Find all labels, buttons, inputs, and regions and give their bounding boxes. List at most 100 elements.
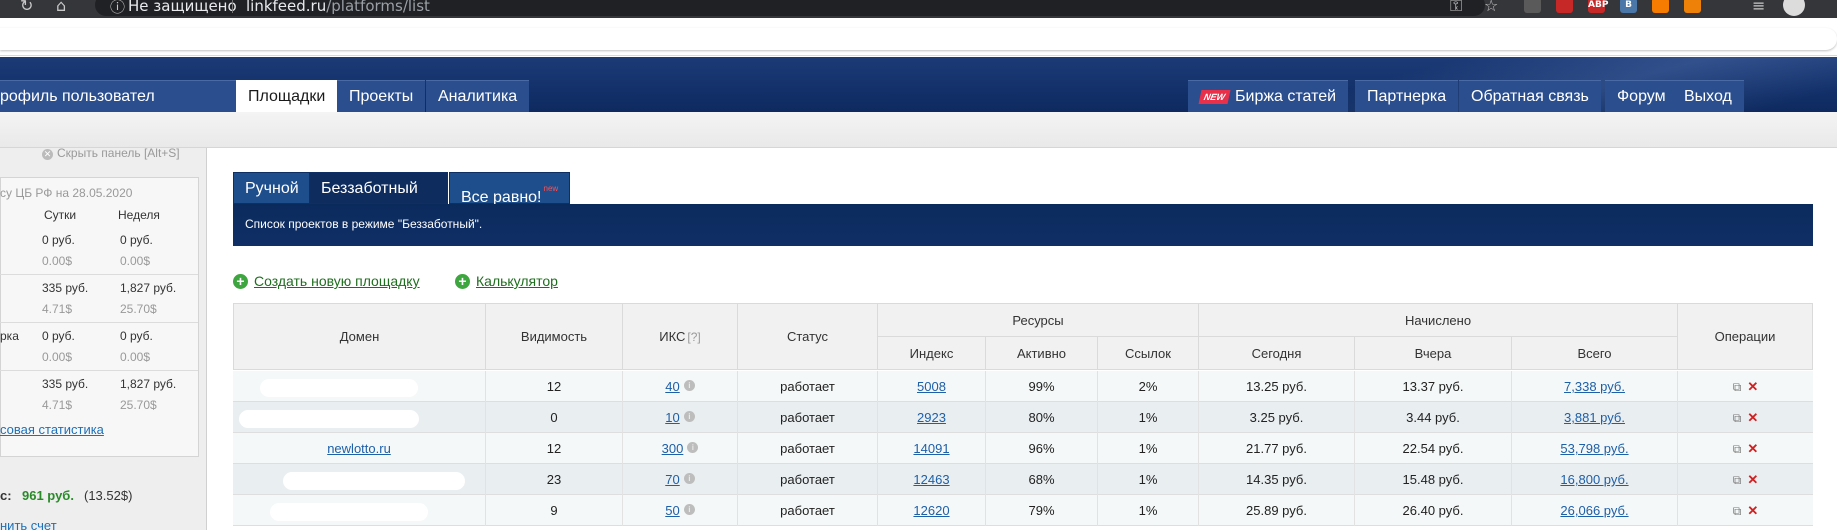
key-icon[interactable]: ⚿ <box>1450 0 1462 16</box>
sidebar-day-usd: 0.00$ <box>42 350 73 364</box>
index-link[interactable]: 12463 <box>913 472 949 487</box>
security-status[interactable]: Не защищено <box>128 0 237 15</box>
info-icon[interactable]: i <box>683 411 695 422</box>
domain-link[interactable]: newlotto.ru <box>327 441 391 456</box>
total-link[interactable]: 16,800 руб. <box>1560 472 1628 487</box>
nav-logout[interactable]: Выход <box>1672 80 1744 112</box>
rate-caption: су ЦБ РФ на 28.05.2020 <box>0 186 133 200</box>
cell-yesterday: 22.54 руб. <box>1355 433 1512 464</box>
total-link[interactable]: 26,066 руб. <box>1560 503 1628 518</box>
link-icon[interactable]: ⧉ <box>1733 465 1742 496</box>
cell-domain: newlotto.ru <box>233 433 486 464</box>
new-badge: NEW <box>1198 89 1231 104</box>
sidebar-week-value: 1,827 руб. <box>120 377 177 391</box>
sidebar-week-usd: 25.70$ <box>120 398 157 412</box>
info-icon[interactable]: i <box>683 504 695 515</box>
info-icon[interactable]: i <box>683 380 695 391</box>
cell-links: 1% <box>1098 433 1199 464</box>
cell-ops: ⧉ ✕ <box>1678 371 1813 402</box>
sidebar-week-value: 1,827 руб. <box>120 281 177 295</box>
th-status: Статус <box>738 303 878 370</box>
tab-manual[interactable]: Ручной <box>233 172 311 204</box>
balance-usd: (13.52$) <box>84 488 133 503</box>
link-icon[interactable]: ⧉ <box>1733 372 1742 403</box>
nav-feedback[interactable]: Обратная связь <box>1459 80 1601 112</box>
iks-link[interactable]: 50 <box>665 503 679 518</box>
delete-icon[interactable]: ✕ <box>1747 402 1758 433</box>
delete-icon[interactable]: ✕ <box>1747 495 1758 526</box>
total-link[interactable]: 7,338 руб. <box>1564 379 1625 394</box>
th-total: Всего <box>1512 337 1678 370</box>
iks-link[interactable]: 10 <box>665 410 679 425</box>
tab-any[interactable]: Все равно!new <box>449 172 571 206</box>
cell-domain <box>233 464 486 495</box>
index-link[interactable]: 2923 <box>917 410 946 425</box>
nav-profile[interactable]: рофиль пользовател <box>0 80 236 138</box>
close-circle-icon: ✕ <box>42 149 53 160</box>
reload-icon[interactable]: ↻ <box>20 0 33 15</box>
tab-carefree[interactable]: Беззаботный <box>309 172 448 204</box>
nav-platforms[interactable]: Площадки <box>236 80 338 112</box>
cell-iks: 300 i <box>623 433 738 464</box>
table-row: 9 50 i работает 12620 79% 1% 25.89 руб. 26.40 ру… <box>233 495 1813 526</box>
home-icon[interactable]: ⌂ <box>56 0 66 15</box>
url-host: linkfeed.ru <box>246 0 327 15</box>
hide-panel-toggle[interactable]: ✕ Скрыть панель [Alt+S] <box>42 146 180 160</box>
nav-projects[interactable]: Проекты <box>337 80 426 112</box>
nav-profile-label: рофиль пользовател <box>0 88 155 105</box>
profile-avatar[interactable] <box>1783 0 1805 16</box>
cell-domain <box>233 495 486 526</box>
ext-a[interactable] <box>1524 0 1541 13</box>
url-divider <box>232 0 233 13</box>
stats-link[interactable]: совая статистика <box>0 422 104 437</box>
info-icon[interactable]: ⓘ <box>110 0 125 17</box>
cell-yesterday: 26.40 руб. <box>1355 495 1512 526</box>
calculator-link[interactable]: Калькулятор <box>476 273 558 289</box>
playlist-icon[interactable]: ≡ <box>1752 0 1765 15</box>
cell-links: 1% <box>1098 402 1199 433</box>
cell-total: 26,066 руб. <box>1512 495 1678 526</box>
link-icon[interactable]: ⧉ <box>1733 434 1742 465</box>
calculator-plus-icon[interactable]: + <box>455 274 470 289</box>
info-icon[interactable]: i <box>683 473 695 484</box>
url-text[interactable]: linkfeed.ru/platforms/list <box>246 0 430 15</box>
nav-analytics[interactable]: Аналитика <box>426 80 530 112</box>
th-active: Активно <box>986 337 1098 370</box>
ok-icon[interactable] <box>1684 0 1701 13</box>
cell-visibility: 0 <box>486 402 623 433</box>
iks-link[interactable]: 40 <box>665 379 679 394</box>
iks-help-link[interactable]: [?] <box>687 330 700 344</box>
nav-articles[interactable]: NEW Биржа статей <box>1188 80 1349 112</box>
total-link[interactable]: 53,798 руб. <box>1560 441 1628 456</box>
rss-icon[interactable] <box>1652 0 1669 13</box>
delete-icon[interactable]: ✕ <box>1747 464 1758 495</box>
info-icon[interactable]: i <box>687 442 699 453</box>
ext-b[interactable] <box>1556 0 1573 13</box>
iks-link[interactable]: 70 <box>665 472 679 487</box>
index-link[interactable]: 5008 <box>917 379 946 394</box>
vk-icon[interactable]: В <box>1620 0 1637 13</box>
total-link[interactable]: 3,881 руб. <box>1564 410 1625 425</box>
delete-icon[interactable]: ✕ <box>1747 433 1758 464</box>
nav-forum[interactable]: Форум <box>1605 80 1678 112</box>
index-link[interactable]: 14091 <box>913 441 949 456</box>
index-link[interactable]: 12620 <box>913 503 949 518</box>
top-up-link[interactable]: нить счет <box>0 518 57 530</box>
cell-links: 2% <box>1098 371 1199 402</box>
cell-status: работает <box>738 495 878 526</box>
delete-icon[interactable]: ✕ <box>1747 371 1758 402</box>
th-operations: Операции <box>1678 303 1813 370</box>
cell-domain <box>233 371 486 402</box>
link-icon[interactable]: ⧉ <box>1733 496 1742 527</box>
cell-iks: 70 i <box>623 464 738 495</box>
sidebar-day-value: 335 руб. <box>42 377 89 391</box>
adblock-icon[interactable]: ABP <box>1588 0 1608 13</box>
nav-partner[interactable]: Партнерка <box>1355 80 1459 112</box>
link-icon[interactable]: ⧉ <box>1733 403 1742 434</box>
add-icon[interactable]: + <box>233 274 248 289</box>
cell-active: 96% <box>986 433 1098 464</box>
create-platform-link[interactable]: Создать новую площадку <box>254 273 420 289</box>
cell-visibility: 12 <box>486 433 623 464</box>
star-icon[interactable]: ☆ <box>1484 0 1498 15</box>
iks-link[interactable]: 300 <box>662 441 684 456</box>
